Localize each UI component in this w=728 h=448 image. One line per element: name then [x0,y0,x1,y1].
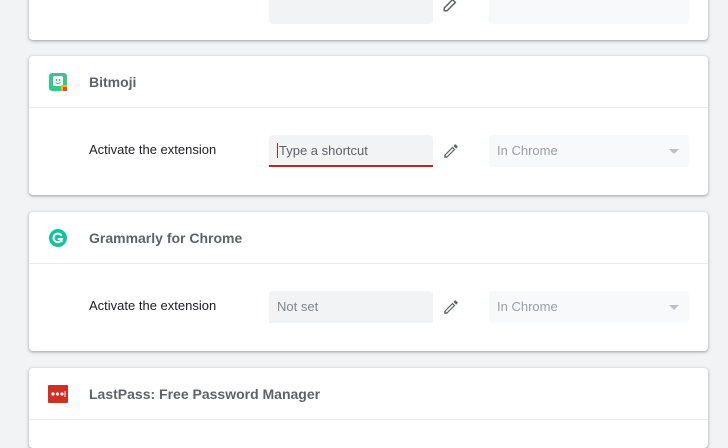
scope-select[interactable]: In Chrome [489,291,689,323]
extension-name: Grammarly for Chrome [89,229,243,246]
shortcut-placeholder: Type a shortcut [279,143,368,158]
edit-pencil-icon[interactable] [442,142,460,160]
extension-header: Bitmoji [29,56,708,108]
grammarly-icon [48,228,68,248]
dropdown-arrow-icon [669,305,679,310]
lastpass-icon [48,384,68,404]
bitmoji-icon [48,72,68,92]
extension-card-bitmoji: Bitmoji Activate the extension Type a sh… [29,56,708,195]
extension-name: LastPass: Free Password Manager [89,385,321,402]
shortcut-input-partial[interactable] [269,0,433,24]
activate-label: Activate the extension [89,298,217,313]
extension-name: Bitmoji [89,73,137,90]
extension-header: LastPass: Free Password Manager [29,368,708,420]
extension-card-lastpass: LastPass: Free Password Manager [29,368,708,448]
edit-pencil-icon[interactable] [442,298,460,316]
scope-select-partial[interactable] [489,0,689,24]
shortcut-input[interactable]: Type a shortcut [269,135,433,167]
pencil-icon[interactable] [442,0,460,12]
extension-header: Grammarly for Chrome [29,212,708,264]
shortcut-value: Not set [277,299,319,314]
shortcut-row: Activate the extension Type a shortcut I… [29,108,708,195]
dropdown-arrow-icon [669,149,679,154]
shortcut-input[interactable]: Not set [269,291,433,323]
scope-value: In Chrome [497,143,558,158]
extension-card-grammarly: Grammarly for Chrome Activate the extens… [29,212,708,351]
shortcut-row: Activate the extension Not set In Chrome [29,264,708,351]
activate-label: Activate the extension [89,142,217,157]
scope-value: In Chrome [497,299,558,314]
text-caret [277,143,278,158]
scope-select[interactable]: In Chrome [489,135,689,167]
extension-card-top-partial [29,0,708,40]
